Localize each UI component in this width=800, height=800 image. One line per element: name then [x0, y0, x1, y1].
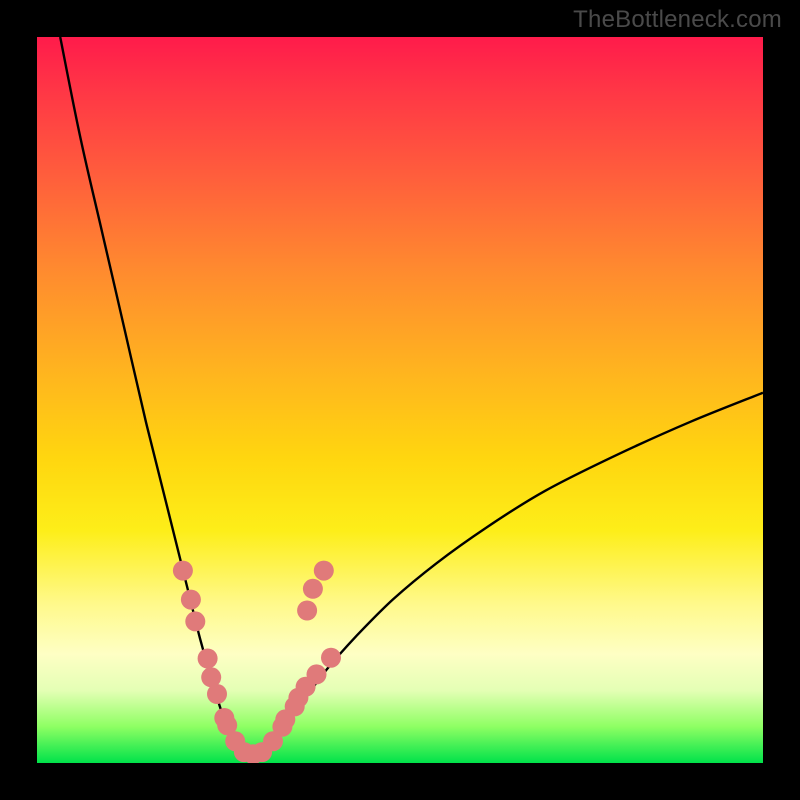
scatter-point: [207, 684, 227, 704]
scatter-point: [285, 696, 305, 716]
scatter-point: [263, 731, 283, 751]
scatter-point: [272, 717, 292, 737]
scatter-point: [275, 709, 295, 729]
scatter-point: [252, 742, 272, 762]
scatter-point: [314, 561, 334, 581]
scatter-group: [173, 561, 341, 763]
plot-area: [37, 37, 763, 763]
scatter-point: [296, 677, 316, 697]
scatter-point: [217, 715, 237, 735]
scatter-point: [181, 590, 201, 610]
scatter-point: [288, 688, 308, 708]
scatter-point: [297, 601, 317, 621]
scatter-point: [243, 744, 263, 763]
curve-svg: [37, 37, 763, 763]
scatter-point: [303, 579, 323, 599]
scatter-point: [234, 742, 254, 762]
scatter-point: [198, 649, 218, 669]
bottleneck-curve: [60, 37, 763, 753]
chart-frame: TheBottleneck.com: [0, 0, 800, 800]
watermark-text: TheBottleneck.com: [573, 6, 782, 34]
scatter-point: [214, 708, 234, 728]
scatter-point: [173, 561, 193, 581]
scatter-point: [307, 664, 327, 684]
scatter-point: [201, 667, 221, 687]
scatter-point: [225, 731, 245, 751]
scatter-point: [321, 648, 341, 668]
scatter-point: [185, 611, 205, 631]
